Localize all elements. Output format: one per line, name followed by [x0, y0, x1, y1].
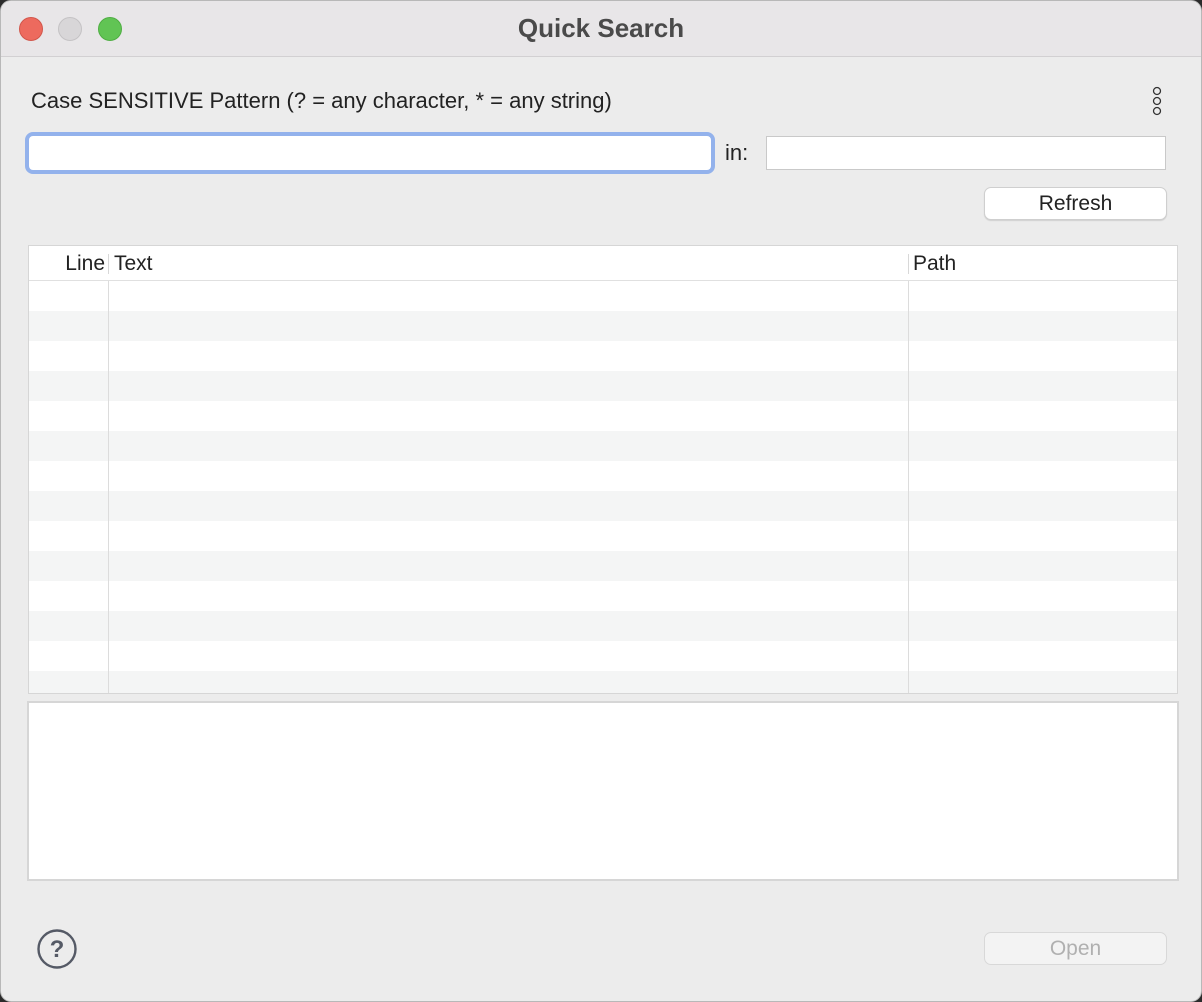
header-divider: [108, 254, 109, 274]
refresh-button[interactable]: Refresh: [984, 187, 1167, 220]
in-input-wrapper: [766, 136, 1166, 170]
empty-row: [29, 461, 1177, 491]
empty-row: [29, 281, 1177, 311]
empty-row: [29, 431, 1177, 461]
empty-row: [29, 611, 1177, 641]
column-header-text[interactable]: Text: [114, 252, 153, 276]
open-button[interactable]: Open: [984, 932, 1167, 965]
window-title: Quick Search: [517, 13, 685, 43]
in-scope-input[interactable]: [767, 137, 1165, 169]
empty-row: [29, 341, 1177, 371]
empty-row: [29, 491, 1177, 521]
column-divider: [908, 281, 909, 693]
column-header-path[interactable]: Path: [913, 252, 956, 276]
empty-row: [29, 371, 1177, 401]
title-bar: Quick Search: [1, 1, 1201, 57]
pattern-input[interactable]: [29, 136, 711, 170]
vertical-ellipsis-icon[interactable]: [1149, 86, 1165, 118]
empty-row: [29, 311, 1177, 341]
in-label: in:: [725, 140, 749, 165]
column-header-line[interactable]: Line: [29, 252, 105, 276]
results-table[interactable]: Line Text Path: [28, 245, 1178, 694]
help-icon[interactable]: ?: [37, 929, 77, 969]
svg-text:?: ?: [50, 936, 65, 963]
empty-row: [29, 401, 1177, 431]
preview-pane[interactable]: [27, 701, 1179, 881]
empty-row: [29, 671, 1177, 693]
results-header: Line Text Path: [29, 246, 1177, 281]
results-rows: [29, 281, 1177, 693]
empty-row: [29, 581, 1177, 611]
quick-search-dialog: Quick Search Case SENSITIVE Pattern (? =…: [0, 0, 1202, 1002]
header-divider: [908, 254, 909, 274]
empty-row: [29, 641, 1177, 671]
empty-row: [29, 551, 1177, 581]
column-divider: [108, 281, 109, 693]
pattern-label: Case SENSITIVE Pattern (? = any characte…: [31, 88, 612, 113]
pattern-input-wrapper: [25, 132, 715, 174]
empty-row: [29, 521, 1177, 551]
